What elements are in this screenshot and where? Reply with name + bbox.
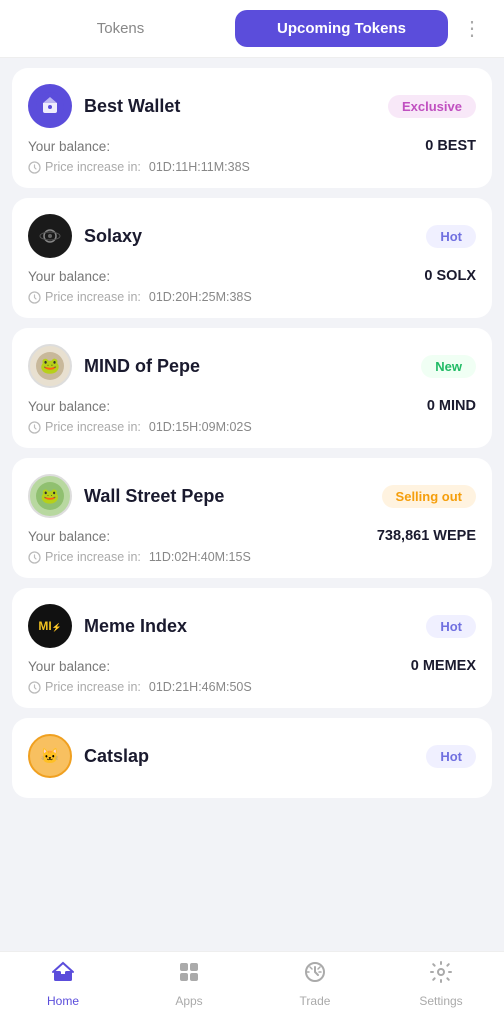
- timer-label-best-wallet: Price increase in:: [45, 160, 141, 174]
- bottom-nav: Home Apps Trade: [0, 951, 504, 1024]
- timer-value-solaxy: 01D:20H:25M:38S: [149, 290, 252, 304]
- token-badge-best-wallet: Exclusive: [388, 95, 476, 118]
- token-balance-row-wall-street-pepe: Your balance: 738,861 WEPE: [28, 528, 476, 544]
- clock-icon-solaxy: [28, 291, 41, 304]
- nav-home[interactable]: Home: [0, 960, 126, 1008]
- token-badge-catslap: Hot: [426, 745, 476, 768]
- token-timer-row-mind-of-pepe: Price increase in: 01D:15H:09M:02S: [28, 420, 476, 434]
- token-left-best-wallet: Best Wallet: [28, 84, 180, 128]
- timer-value-best-wallet: 01D:11H:11M:38S: [149, 160, 250, 174]
- apps-icon: [177, 960, 201, 990]
- balance-label-meme-index: Your balance:: [28, 659, 110, 674]
- token-icon-meme-index: MI⚡: [28, 604, 72, 648]
- token-icon-catslap: 🐱: [28, 734, 72, 778]
- token-badge-meme-index: Hot: [426, 615, 476, 638]
- token-icon-solaxy: [28, 214, 72, 258]
- clock-icon-wall-street-pepe: [28, 551, 41, 564]
- home-label: Home: [47, 994, 79, 1008]
- more-dots-icon: ⋮: [462, 16, 484, 41]
- clock-icon-meme-index: [28, 681, 41, 694]
- token-name-mind-of-pepe: MIND of Pepe: [84, 356, 200, 377]
- balance-label-solaxy: Your balance:: [28, 269, 110, 284]
- token-name-meme-index: Meme Index: [84, 616, 187, 637]
- svg-text:🐸: 🐸: [41, 488, 60, 505]
- svg-text:🐸: 🐸: [40, 357, 60, 375]
- balance-label-wall-street-pepe: Your balance:: [28, 529, 110, 544]
- nav-settings[interactable]: Settings: [378, 960, 504, 1008]
- token-icon-best-wallet: [28, 84, 72, 128]
- token-balance-row-solaxy: Your balance: 0 SOLX: [28, 268, 476, 284]
- more-options-button[interactable]: ⋮: [456, 10, 490, 47]
- timer-value-meme-index: 01D:21H:46M:50S: [149, 680, 252, 694]
- balance-value-wall-street-pepe: 738,861 WEPE: [377, 528, 476, 544]
- balance-label-best-wallet: Your balance:: [28, 139, 110, 154]
- token-header-best-wallet: Best Wallet Exclusive: [28, 84, 476, 128]
- trade-icon: [303, 960, 327, 990]
- token-left-catslap: 🐱 Catslap: [28, 734, 149, 778]
- balance-value-meme-index: 0 MEMEX: [411, 658, 476, 674]
- token-header-wall-street-pepe: 🐸 Wall Street Pepe Selling out: [28, 474, 476, 518]
- token-name-best-wallet: Best Wallet: [84, 96, 180, 117]
- token-icon-mind-of-pepe: 🐸: [28, 344, 72, 388]
- token-name-catslap: Catslap: [84, 746, 149, 767]
- token-header-mind-of-pepe: 🐸 MIND of Pepe New: [28, 344, 476, 388]
- token-card-catslap[interactable]: 🐱 Catslap Hot: [12, 718, 492, 798]
- token-left-mind-of-pepe: 🐸 MIND of Pepe: [28, 344, 200, 388]
- tab-switcher: Tokens Upcoming Tokens ⋮: [0, 0, 504, 58]
- balance-value-mind-of-pepe: 0 MIND: [427, 398, 476, 414]
- token-card-meme-index[interactable]: MI⚡ Meme Index Hot Your balance: 0 MEMEX…: [12, 588, 492, 708]
- tab-upcoming[interactable]: Upcoming Tokens: [235, 10, 448, 47]
- timer-label-meme-index: Price increase in:: [45, 680, 141, 694]
- timer-value-mind-of-pepe: 01D:15H:09M:02S: [149, 420, 252, 434]
- timer-label-solaxy: Price increase in:: [45, 290, 141, 304]
- token-balance-row-mind-of-pepe: Your balance: 0 MIND: [28, 398, 476, 414]
- svg-text:🐱: 🐱: [41, 747, 60, 765]
- token-left-wall-street-pepe: 🐸 Wall Street Pepe: [28, 474, 224, 518]
- token-icon-wall-street-pepe: 🐸: [28, 474, 72, 518]
- token-card-solaxy[interactable]: Solaxy Hot Your balance: 0 SOLX Price in…: [12, 198, 492, 318]
- token-header-solaxy: Solaxy Hot: [28, 214, 476, 258]
- token-timer-row-solaxy: Price increase in: 01D:20H:25M:38S: [28, 290, 476, 304]
- token-left-solaxy: Solaxy: [28, 214, 142, 258]
- token-badge-wall-street-pepe: Selling out: [382, 485, 476, 508]
- token-left-meme-index: MI⚡ Meme Index: [28, 604, 187, 648]
- timer-label-mind-of-pepe: Price increase in:: [45, 420, 141, 434]
- balance-value-solaxy: 0 SOLX: [424, 268, 476, 284]
- token-balance-row-meme-index: Your balance: 0 MEMEX: [28, 658, 476, 674]
- clock-icon-mind-of-pepe: [28, 421, 41, 434]
- token-card-mind-of-pepe[interactable]: 🐸 MIND of Pepe New Your balance: 0 MIND …: [12, 328, 492, 448]
- settings-label: Settings: [419, 994, 462, 1008]
- clock-icon-best-wallet: [28, 161, 41, 174]
- token-balance-row-best-wallet: Your balance: 0 BEST: [28, 138, 476, 154]
- token-card-wall-street-pepe[interactable]: 🐸 Wall Street Pepe Selling out Your bala…: [12, 458, 492, 578]
- token-header-meme-index: MI⚡ Meme Index Hot: [28, 604, 476, 648]
- token-badge-mind-of-pepe: New: [421, 355, 476, 378]
- timer-value-wall-street-pepe: 11D:02H:40M:15S: [149, 550, 251, 564]
- settings-icon: [429, 960, 453, 990]
- tab-tokens[interactable]: Tokens: [14, 10, 227, 47]
- home-icon: [51, 960, 75, 990]
- nav-apps[interactable]: Apps: [126, 960, 252, 1008]
- balance-label-mind-of-pepe: Your balance:: [28, 399, 110, 414]
- balance-value-best-wallet: 0 BEST: [425, 138, 476, 154]
- token-name-solaxy: Solaxy: [84, 226, 142, 247]
- token-name-wall-street-pepe: Wall Street Pepe: [84, 486, 224, 507]
- apps-label: Apps: [175, 994, 202, 1008]
- token-header-catslap: 🐱 Catslap Hot: [28, 734, 476, 778]
- token-badge-solaxy: Hot: [426, 225, 476, 248]
- token-timer-row-best-wallet: Price increase in: 01D:11H:11M:38S: [28, 160, 476, 174]
- token-card-best-wallet[interactable]: Best Wallet Exclusive Your balance: 0 BE…: [12, 68, 492, 188]
- token-list: Best Wallet Exclusive Your balance: 0 BE…: [0, 58, 504, 951]
- token-timer-row-meme-index: Price increase in: 01D:21H:46M:50S: [28, 680, 476, 694]
- token-timer-row-wall-street-pepe: Price increase in: 11D:02H:40M:15S: [28, 550, 476, 564]
- nav-trade[interactable]: Trade: [252, 960, 378, 1008]
- timer-label-wall-street-pepe: Price increase in:: [45, 550, 141, 564]
- trade-label: Trade: [300, 994, 331, 1008]
